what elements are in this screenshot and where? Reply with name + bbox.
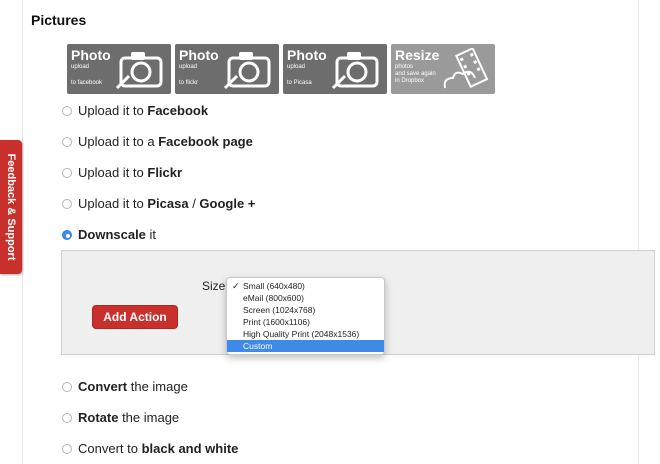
tile-title: Resize [395,47,440,63]
content-right-border [638,0,639,464]
size-option-high-quality-print[interactable]: High Quality Print (2048x1536) [227,328,384,340]
tile-title: Photo [71,47,111,63]
tile-subtitle-line: and save again [395,71,436,77]
option-label: Upload it to Picasa / Google + [78,196,256,211]
tile-resize-dropbox[interactable]: Resize photos and save again in Dropbox [391,44,495,94]
size-label: Size: [202,279,229,293]
service-tiles: Photo upload to facebook Photo upload to… [67,44,495,94]
camera-upload-icon [223,52,271,90]
section-title: Pictures [31,12,87,28]
tile-title: Photo [287,47,327,63]
size-option-custom[interactable]: Custom [227,340,384,352]
option-label: Upload it to Facebook [78,103,209,118]
option-label: Convert the image [78,379,188,394]
tile-title: Photo [179,47,219,63]
option-upload-facebook[interactable]: Upload it to Facebook [62,103,208,118]
tile-subtitle-2: to Picasa [287,80,312,86]
option-downscale[interactable]: Downscale it [62,227,156,242]
radio-button[interactable] [62,136,72,147]
radio-button[interactable] [62,167,72,178]
tile-subtitle-2: to facebook [71,80,103,86]
content-left-border [22,0,23,464]
tile-subtitle: upload [179,64,198,70]
tile-photo-picasa[interactable]: Photo upload to Picasa [283,44,387,94]
radio-button-selected[interactable] [62,229,72,240]
option-upload-picasa[interactable]: Upload it to Picasa / Google + [62,196,255,211]
tile-photo-flickr[interactable]: Photo upload to flickr [175,44,279,94]
size-option-print[interactable]: Print (1600x1106) [227,316,384,328]
size-dropdown-menu[interactable]: ✓ Small (640x480) eMail (800x600) Screen… [226,277,385,355]
tile-photo-facebook[interactable]: Photo upload to facebook [67,44,171,94]
radio-button[interactable] [62,443,72,454]
feedback-label: Feedback & Support [5,153,17,261]
option-convert[interactable]: Convert the image [62,379,188,394]
size-option-email[interactable]: eMail (800x600) [227,292,384,304]
film-cloud-icon [443,48,489,89]
option-black-and-white[interactable]: Convert to black and white [62,441,238,456]
tile-subtitle-line: in Dropbox [395,78,425,84]
radio-button[interactable] [62,381,72,392]
tile-subtitle-2: to flickr [179,80,199,86]
option-upload-facebook-page[interactable]: Upload it to a Facebook page [62,134,253,149]
camera-upload-icon [331,52,379,90]
radio-button[interactable] [62,412,72,423]
radio-button[interactable] [62,198,72,209]
camera-upload-icon [115,52,163,90]
feedback-support-tab[interactable]: Feedback & Support [0,140,22,274]
option-rotate[interactable]: Rotate the image [62,410,179,425]
size-option-small[interactable]: ✓ Small (640x480) [227,280,384,292]
radio-button[interactable] [62,105,72,116]
option-label: Upload it to a Facebook page [78,134,253,149]
checkmark-icon: ✓ [232,281,240,291]
tile-subtitle: photos and save again in Dropbox [395,64,436,85]
size-option-screen[interactable]: Screen (1024x768) [227,304,384,316]
option-upload-flickr[interactable]: Upload it to Flickr [62,165,182,180]
tile-subtitle-line: photos [395,64,414,70]
option-label: Rotate the image [78,410,180,425]
option-label: Convert to black and white [78,441,239,456]
tile-subtitle: upload [71,64,90,70]
option-label: Downscale it [78,227,157,242]
option-label: Upload it to Flickr [78,165,183,180]
tile-subtitle: upload [287,64,306,70]
add-action-button[interactable]: Add Action [92,305,178,329]
